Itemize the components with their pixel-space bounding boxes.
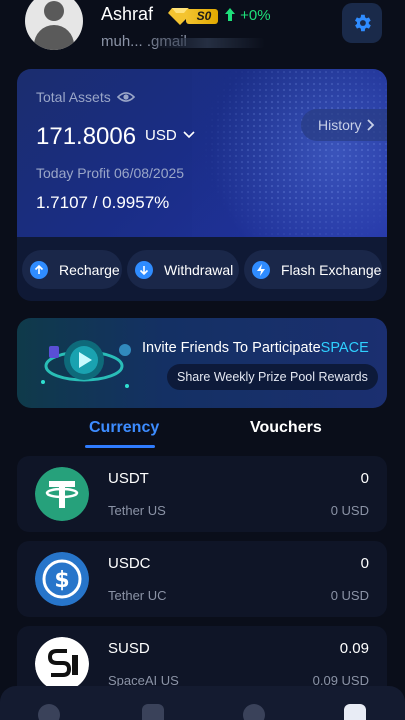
total-assets-amount: 171.8006 [36, 123, 137, 150]
bottom-navigation [0, 686, 405, 720]
coin-name: Tether UC [108, 588, 167, 603]
play-orb-illustration [41, 340, 131, 388]
action-bar: Recharge Withdrawal Flash Exchange [17, 237, 387, 301]
coin-symbol: USDT [108, 470, 149, 487]
coin-amount: 0 [360, 470, 369, 487]
banner-title: Invite Friends To ParticipateSPACE [142, 340, 369, 356]
profit-date: 06/08/2025 [114, 165, 185, 181]
svg-text:$: $ [54, 568, 69, 593]
nav-market-icon[interactable] [142, 704, 164, 720]
vip-badge: S0 [168, 6, 220, 26]
change-value: +0% [240, 7, 271, 24]
coin-symbol: SUSD [108, 640, 150, 657]
banner-subtitle: Share Weekly Prize Pool Rewards [167, 364, 378, 390]
tab-vouchers[interactable]: Vouchers [250, 419, 322, 437]
coin-row-usdc[interactable]: $ USDC Tether UC 0 0 USD [17, 541, 387, 617]
world-map-decoration [197, 69, 387, 237]
eye-icon[interactable] [117, 91, 135, 103]
nav-home-icon[interactable] [38, 704, 60, 720]
currency-selector[interactable]: USD [145, 127, 177, 144]
chevron-down-icon[interactable] [182, 127, 196, 141]
coin-amount: 0 [360, 555, 369, 572]
profit-value: 1.7107 / 0.9957% [36, 193, 170, 212]
flash-exchange-label: Flash Exchange [281, 261, 382, 278]
invite-banner[interactable]: Invite Friends To ParticipateSPACE Share… [17, 318, 387, 408]
recharge-label: Recharge [59, 261, 120, 278]
coin-symbol: USDC [108, 555, 151, 572]
today-profit-label: Today Profit [36, 165, 110, 181]
tab-currency[interactable]: Currency [89, 419, 159, 437]
username: Ashraf [101, 4, 154, 24]
coin-amount: 0.09 [339, 640, 369, 657]
usdc-icon: $ [35, 552, 89, 606]
arrow-up-icon [225, 8, 235, 21]
email-mask [150, 38, 265, 48]
assets-card: Total Assets 171.8006 USD History Today … [17, 69, 387, 237]
banner-title-accent: SPACE [320, 340, 369, 356]
vip-level: S0 [186, 9, 218, 24]
banner-title-text: Invite Friends To Participate [142, 340, 321, 356]
active-tab-indicator [85, 445, 155, 448]
history-button[interactable]: History [301, 109, 387, 141]
nav-assets-icon[interactable] [344, 704, 366, 720]
total-assets-label: Total Assets [36, 89, 111, 105]
coin-usd-value: 0 USD [330, 503, 369, 518]
history-label: History [318, 117, 362, 133]
arrow-up-icon [30, 260, 48, 279]
avatar[interactable] [25, 0, 83, 50]
nav-orders-icon[interactable] [243, 704, 265, 720]
withdrawal-button[interactable]: Withdrawal [127, 250, 239, 289]
susd-icon [35, 637, 89, 691]
withdrawal-label: Withdrawal [164, 261, 234, 278]
gear-icon [355, 14, 371, 32]
recharge-button[interactable]: Recharge [22, 250, 122, 289]
profile-header: Ashraf S0 +0% muh... .gmail [0, 0, 405, 62]
coin-usd-value: 0 USD [330, 588, 369, 603]
coin-row-usdt[interactable]: USDT Tether US 0 0 USD [17, 456, 387, 532]
chevron-right-icon [367, 119, 375, 131]
arrow-down-icon [135, 260, 153, 279]
usdt-icon [35, 467, 89, 521]
change-indicator: +0% [224, 7, 271, 24]
coin-name: Tether US [108, 503, 166, 518]
settings-button[interactable] [342, 3, 382, 43]
lightning-icon [252, 260, 270, 279]
flash-exchange-button[interactable]: Flash Exchange [244, 250, 382, 289]
